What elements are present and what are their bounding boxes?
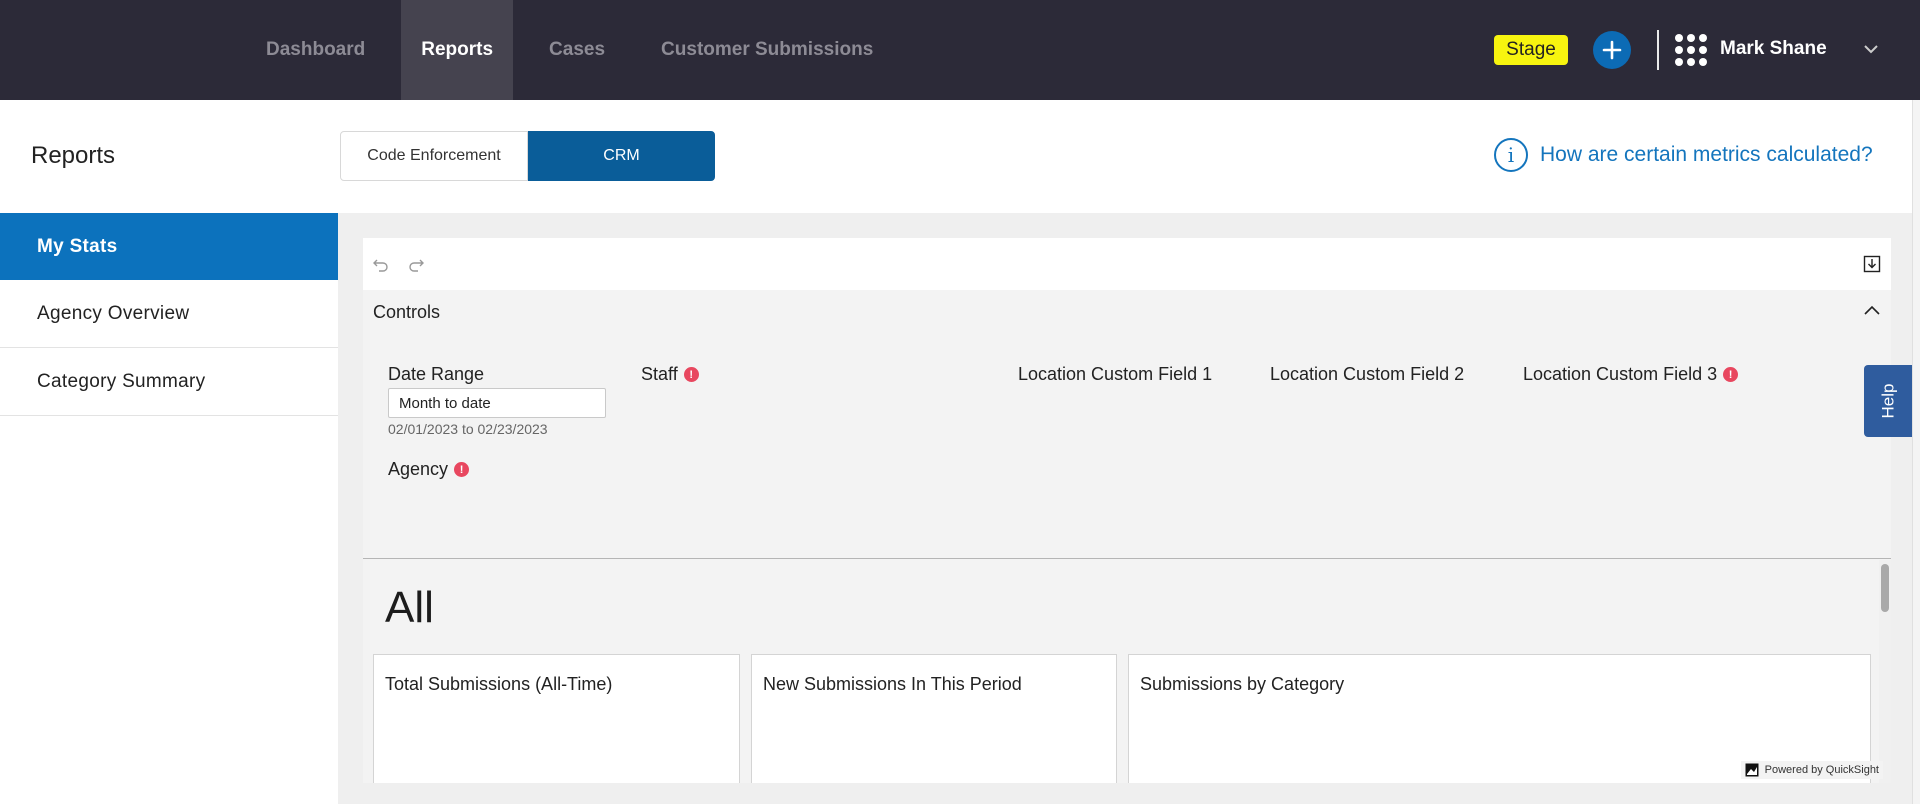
date-range-text: 02/01/2023 to 02/23/2023 [388, 421, 548, 437]
nav-item-customer-submissions[interactable]: Customer Submissions [641, 0, 893, 100]
user-name[interactable]: Mark Shane [1720, 38, 1827, 60]
chevron-up-icon[interactable] [1863, 304, 1881, 316]
warning-icon: ! [454, 462, 470, 477]
card-title: Submissions by Category [1140, 674, 1345, 694]
staff-control[interactable]: Staff ! [641, 364, 699, 385]
nav-item-reports[interactable]: Reports [401, 0, 514, 100]
powered-by-text: Powered by QuickSight [1764, 764, 1879, 776]
location-field-2-control[interactable]: Location Custom Field 2 [1270, 364, 1464, 385]
undo-icon[interactable] [372, 256, 390, 272]
top-nav-bar: Dashboard Reports Cases Customer Submiss… [0, 0, 1920, 100]
warning-icon: ! [683, 367, 699, 382]
stage-badge: Stage [1494, 35, 1568, 65]
location-field-1-control[interactable]: Location Custom Field 1 [1018, 364, 1212, 385]
location-field-1-label: Location Custom Field 1 [1018, 364, 1213, 384]
card-total-submissions[interactable]: Total Submissions (All-Time) [373, 654, 740, 783]
segment-crm[interactable]: CRM [528, 131, 715, 181]
sidebar-item-my-stats[interactable]: My Stats [0, 213, 338, 280]
date-range-select[interactable]: Month to date [388, 388, 606, 418]
card-new-submissions[interactable]: New Submissions In This Period [751, 654, 1117, 783]
metrics-help-text: How are certain metrics calculated? [1540, 143, 1873, 166]
add-button[interactable] [1593, 31, 1631, 69]
nav-divider [1657, 30, 1659, 70]
page-title: Reports [31, 142, 116, 169]
nav-item-dashboard[interactable]: Dashboard [246, 0, 385, 100]
panel-scrollbar[interactable] [1879, 560, 1891, 783]
export-icon[interactable] [1863, 255, 1881, 273]
powered-by-quicksight: Powered by QuickSight [1740, 761, 1883, 779]
chevron-down-icon[interactable] [1862, 42, 1880, 56]
sidebar: My Stats Agency Overview Category Summar… [0, 213, 338, 416]
sheet-title: All [385, 583, 434, 632]
controls-title: Controls [373, 302, 441, 322]
segment-code-enforcement[interactable]: Code Enforcement [340, 131, 528, 181]
dashboard-toolbar [363, 238, 1891, 290]
help-tab-label: Help [1878, 383, 1897, 419]
card-title: Total Submissions (All-Time) [385, 674, 613, 694]
card-title: New Submissions In This Period [763, 674, 1022, 694]
date-range-label: Date Range [388, 364, 484, 385]
apps-grid-icon[interactable] [1675, 34, 1707, 66]
main-nav: Dashboard Reports Cases Customer Submiss… [246, 0, 893, 100]
warning-icon: ! [1723, 367, 1739, 382]
sidebar-item-agency-overview[interactable]: Agency Overview [0, 280, 338, 348]
scroll-thumb[interactable] [1881, 564, 1889, 612]
report-type-toggle: Code Enforcement CRM [340, 131, 715, 181]
dashboard-panel: Controls Date Range Month to date 02/01/… [363, 238, 1891, 783]
redo-icon[interactable] [407, 256, 425, 272]
staff-label: Staff [641, 364, 678, 384]
date-range-label-text: Date Range [388, 364, 485, 384]
page-scroll-edge [1912, 100, 1920, 804]
controls-divider [363, 558, 1891, 559]
info-icon: i [1494, 138, 1528, 172]
quicksight-icon [1745, 763, 1759, 777]
help-tab[interactable]: Help [1864, 365, 1912, 437]
plus-icon [1602, 40, 1622, 60]
agency-control[interactable]: Agency ! [388, 459, 470, 480]
agency-label: Agency [388, 459, 449, 479]
location-field-2-label: Location Custom Field 2 [1270, 364, 1465, 384]
location-field-3-control[interactable]: Location Custom Field 3 ! [1523, 364, 1739, 385]
metrics-help-link[interactable]: i How are certain metrics calculated? [1494, 138, 1873, 172]
sidebar-item-category-summary[interactable]: Category Summary [0, 348, 338, 416]
nav-item-cases[interactable]: Cases [529, 0, 625, 100]
location-field-3-label: Location Custom Field 3 [1523, 364, 1718, 384]
